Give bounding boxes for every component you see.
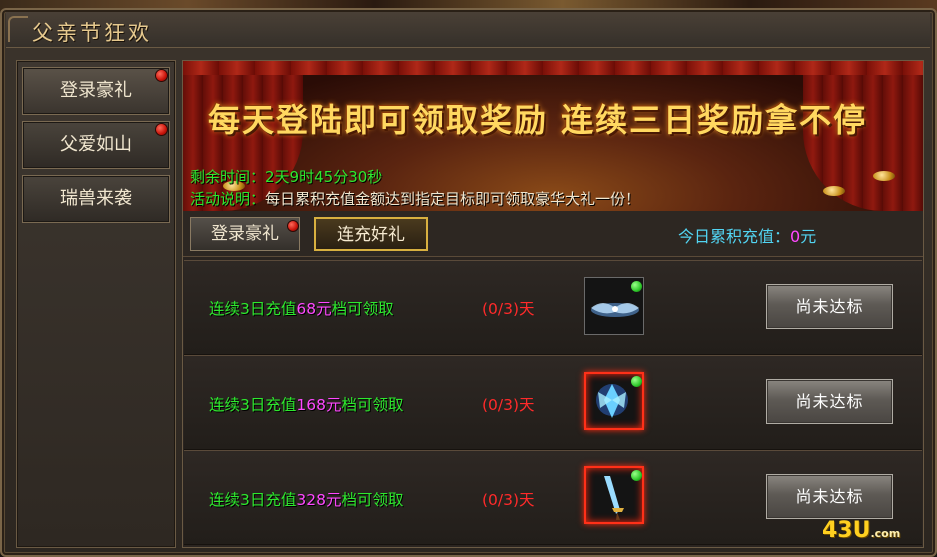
reward-condition: 连续3日充值168元档可领取: [209, 393, 403, 415]
gold-coin-icon: [873, 171, 895, 181]
reward-amount: 68元: [296, 300, 332, 318]
reward-condition: 连续3日充值328元档可领取: [209, 488, 403, 510]
banner-headline: 每天登陆即可领取奖励 连续三日奖励拿不停: [208, 101, 868, 139]
reward-prefix: 连续3日充值: [209, 300, 297, 318]
curtain-valance-icon: [183, 61, 923, 75]
remaining-time-label: 剩余时间：: [190, 168, 266, 186]
watermark-sub: .com: [870, 527, 901, 540]
today-recharge: 今日累积充值：0元: [678, 223, 816, 247]
sidebar-item-beast-raid[interactable]: 瑞兽来袭: [22, 175, 170, 223]
today-recharge-amount: 0: [790, 227, 801, 246]
tab-login-gift[interactable]: 登录豪礼: [190, 217, 300, 251]
watermark-main: 43U: [822, 518, 871, 543]
reward-progress: (0/3)天: [482, 396, 535, 414]
reward-amount: 328元: [296, 491, 342, 509]
remaining-time-value: 2天9时45分30秒: [265, 168, 383, 186]
available-dot-icon: [631, 281, 642, 292]
claim-status-button[interactable]: 尚未达标: [766, 379, 893, 424]
sidebar-item-login-gift[interactable]: 登录豪礼: [22, 67, 170, 115]
available-dot-icon: [631, 376, 642, 387]
reward-suffix: 档可领取: [341, 491, 404, 509]
today-recharge-label: 今日累积充值：: [678, 227, 791, 246]
gold-coin-icon: [823, 186, 845, 196]
today-recharge-unit: 元: [800, 227, 817, 246]
reward-amount: 168元: [296, 396, 342, 414]
event-description-value: 每日累积充值金额达到指定目标即可领取豪华大礼一份！: [265, 190, 641, 208]
sidebar-item-fatherly-love[interactable]: 父爱如山: [22, 121, 170, 169]
reward-prefix: 连续3日充值: [209, 396, 297, 414]
available-dot-icon: [631, 470, 642, 481]
claim-status-button[interactable]: 尚未达标: [766, 284, 893, 329]
claim-status-button[interactable]: 尚未达标: [766, 474, 893, 519]
site-watermark-logo: 43U.com: [822, 518, 900, 543]
event-description-label: 活动说明：: [190, 190, 266, 208]
reward-suffix: 档可领取: [331, 300, 394, 318]
reward-progress: (0/3)天: [482, 491, 535, 509]
notification-dot-icon: [155, 123, 168, 136]
remaining-time: 剩余时间：2天9时45分30秒: [190, 166, 382, 187]
event-description: 活动说明：每日累积充值金额达到指定目标即可领取豪华大礼一份！: [190, 188, 640, 209]
window-title: 父亲节狂欢: [32, 21, 152, 45]
notification-dot-icon: [287, 220, 299, 232]
notification-dot-icon: [155, 69, 168, 82]
reward-condition: 连续3日充值68元档可领取: [209, 297, 394, 319]
tab-consecutive-recharge[interactable]: 连充好礼: [314, 217, 428, 251]
reward-progress: (0/3)天: [482, 300, 535, 318]
reward-suffix: 档可领取: [341, 396, 404, 414]
reward-prefix: 连续3日充值: [209, 491, 297, 509]
corner-ornament-icon: [8, 16, 28, 42]
